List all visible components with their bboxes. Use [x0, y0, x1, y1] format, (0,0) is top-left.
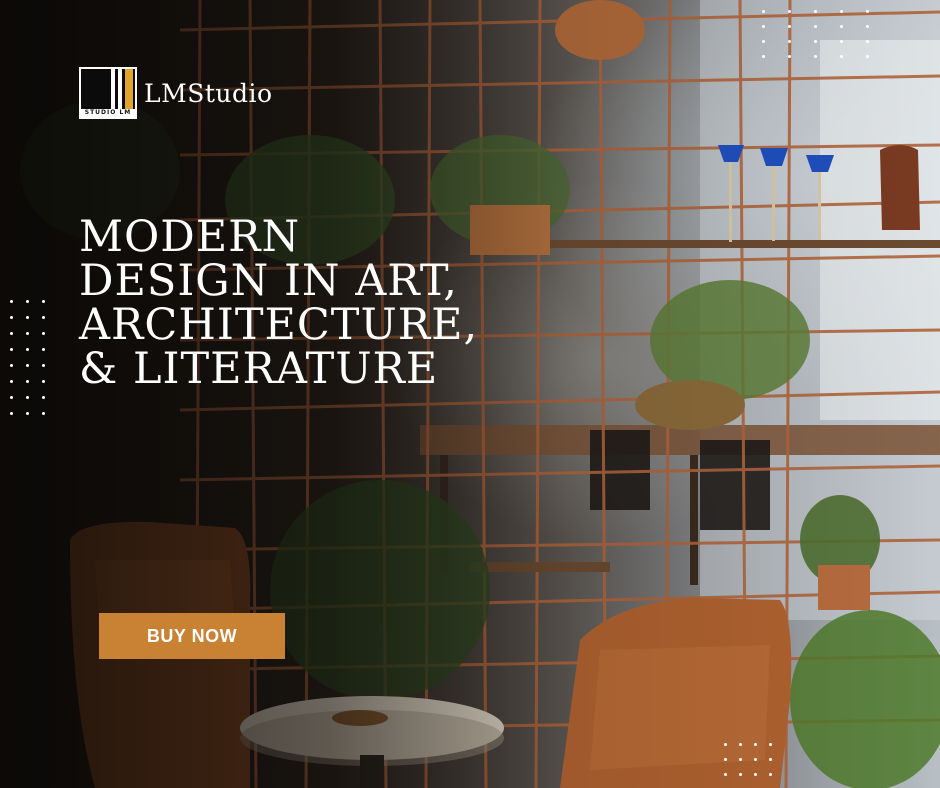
dot — [739, 743, 742, 746]
dot — [754, 758, 757, 761]
dot — [10, 412, 13, 415]
dot — [788, 40, 791, 43]
dot — [42, 316, 45, 319]
dot — [788, 25, 791, 28]
dot — [26, 380, 29, 383]
dot — [724, 743, 727, 746]
dot — [762, 55, 765, 58]
dot — [866, 40, 869, 43]
dot — [840, 25, 843, 28]
dot — [26, 364, 29, 367]
dot — [788, 55, 791, 58]
dot — [10, 396, 13, 399]
dot — [42, 364, 45, 367]
buy-now-button[interactable]: BUY NOW — [99, 613, 285, 659]
dot — [26, 348, 29, 351]
brand-name: LMStudio — [144, 78, 273, 108]
dot — [26, 332, 29, 335]
dot — [866, 25, 869, 28]
dot — [10, 316, 13, 319]
dot — [866, 55, 869, 58]
dot-grid-icon — [762, 10, 869, 58]
dot — [739, 758, 742, 761]
brand-logo: STUDIO LM LMStudio — [79, 67, 273, 119]
dot — [866, 10, 869, 13]
dot — [754, 743, 757, 746]
headline-line: ARCHITECTURE, — [79, 300, 479, 350]
logo-mark-icon: STUDIO LM — [79, 67, 137, 119]
dot — [762, 10, 765, 13]
dot — [769, 773, 772, 776]
dot — [840, 10, 843, 13]
dot — [42, 348, 45, 351]
headline-line: DESIGN IN ART, — [79, 256, 458, 306]
dot — [42, 332, 45, 335]
dot — [42, 300, 45, 303]
dot — [814, 55, 817, 58]
dot — [10, 300, 13, 303]
dot — [840, 40, 843, 43]
dot — [769, 743, 772, 746]
dot — [26, 300, 29, 303]
dot — [42, 380, 45, 383]
dot — [739, 773, 742, 776]
dot — [26, 316, 29, 319]
dot — [724, 758, 727, 761]
dot — [42, 396, 45, 399]
dot — [42, 412, 45, 415]
dot — [788, 10, 791, 13]
dot — [769, 758, 772, 761]
dot — [814, 40, 817, 43]
dot-grid-icon — [10, 300, 45, 415]
dot — [762, 25, 765, 28]
ad-banner: STUDIO LM LMStudio MODERN DESIGN IN ART,… — [0, 0, 940, 788]
dot — [754, 773, 757, 776]
headline-line: & LITERATURE — [79, 344, 439, 394]
dot-grid-icon — [724, 743, 772, 788]
dot — [814, 10, 817, 13]
dot — [762, 40, 765, 43]
dot — [26, 412, 29, 415]
dot — [814, 25, 817, 28]
dot — [10, 364, 13, 367]
headline-line: MODERN — [79, 212, 301, 262]
logo-mark-text: STUDIO LM — [81, 109, 135, 117]
headline: MODERN DESIGN IN ART, ARCHITECTURE, & LI… — [79, 215, 478, 391]
dot — [10, 332, 13, 335]
dot — [26, 396, 29, 399]
dot — [840, 55, 843, 58]
dot — [10, 380, 13, 383]
dot — [724, 773, 727, 776]
dot — [10, 348, 13, 351]
